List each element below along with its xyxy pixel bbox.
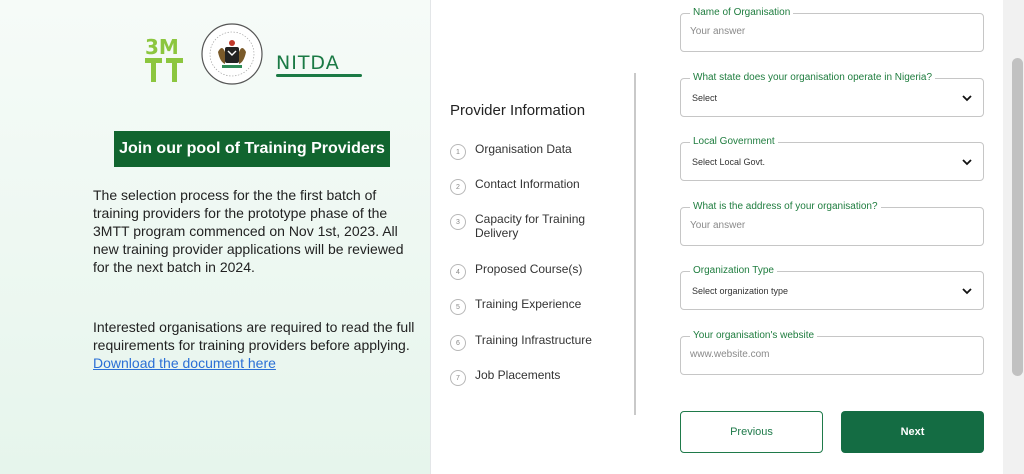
step-contact-information[interactable]: 2 Contact Information (450, 177, 605, 195)
step-number: 6 (450, 335, 466, 351)
step-number: 4 (450, 264, 466, 280)
lga-label: Local Government (690, 135, 778, 149)
org-type-label: Organization Type (690, 264, 777, 278)
step-job-placements[interactable]: 7 Job Placements (450, 368, 605, 386)
step-proposed-courses[interactable]: 4 Proposed Course(s) (450, 262, 605, 280)
info-panel: 3M NITDA Join our pool of Training Provi… (0, 0, 430, 474)
step-number: 5 (450, 299, 466, 315)
panel-divider (430, 0, 431, 474)
step-number: 1 (450, 144, 466, 160)
website-field: Your organisation's website (680, 329, 984, 375)
org-type-select[interactable]: Organization Type Select organization ty… (680, 264, 984, 310)
address-label: What is the address of your organisation… (690, 200, 881, 214)
3mtt-logo: 3M (145, 35, 183, 82)
step-label: Proposed Course(s) (475, 262, 583, 276)
nitda-swoosh (276, 74, 362, 77)
state-selected-value: Select (692, 93, 718, 103)
step-label: Job Placements (475, 368, 561, 382)
step-training-infrastructure[interactable]: 6 Training Infrastructure (450, 333, 605, 351)
svg-text:3M: 3M (145, 35, 179, 59)
state-label: What state does your organisation operat… (690, 71, 936, 85)
org-name-field: Name of Organisation (680, 6, 984, 52)
selection-process-text: The selection process for the the first … (93, 187, 404, 275)
address-field: What is the address of your organisation… (680, 200, 984, 246)
ministry-seal-icon (201, 23, 263, 85)
download-document-link[interactable]: Download the document here (93, 355, 276, 371)
address-input[interactable] (690, 220, 970, 231)
nitda-logo: NITDA (276, 52, 362, 80)
requirements-text: Interested organisations are required to… (93, 318, 423, 372)
website-label: Your organisation's website (690, 329, 818, 343)
step-organisation-data[interactable]: 1 Organisation Data (450, 142, 605, 160)
chevron-down-icon (962, 95, 972, 102)
next-button[interactable]: Next (841, 411, 984, 453)
join-banner: Join our pool of Training Providers (114, 131, 390, 167)
lga-select[interactable]: Local Government Select Local Govt. (680, 135, 984, 181)
lga-selected-value: Select Local Govt. (692, 157, 766, 167)
step-label: Training Experience (475, 297, 582, 311)
step-number: 3 (450, 214, 466, 230)
scrollbar-thumb[interactable] (1012, 58, 1023, 376)
state-select[interactable]: What state does your organisation operat… (680, 71, 984, 117)
nitda-logo-text: NITDA (276, 52, 340, 74)
website-input[interactable] (690, 349, 970, 360)
previous-button[interactable]: Previous (680, 411, 823, 453)
step-number: 7 (450, 370, 466, 386)
steps-divider (634, 73, 636, 415)
org-name-label: Name of Organisation (690, 6, 794, 20)
org-type-selected-value: Select organization type (692, 286, 789, 296)
org-name-input[interactable] (690, 26, 970, 37)
requirements-text-body: Interested organisations are required to… (93, 319, 415, 353)
step-number: 2 (450, 179, 466, 195)
step-label: Training Infrastructure (475, 333, 592, 347)
chevron-down-icon (962, 288, 972, 295)
steps-title: Provider Information (450, 102, 586, 119)
step-label: Capacity for Training Delivery (475, 212, 586, 240)
step-training-experience[interactable]: 5 Training Experience (450, 297, 605, 315)
step-label: Organisation Data (475, 142, 572, 156)
step-label: Contact Information (475, 177, 580, 191)
step-capacity-training[interactable]: 3 Capacity for Training Delivery (450, 212, 595, 240)
chevron-down-icon (962, 159, 972, 166)
